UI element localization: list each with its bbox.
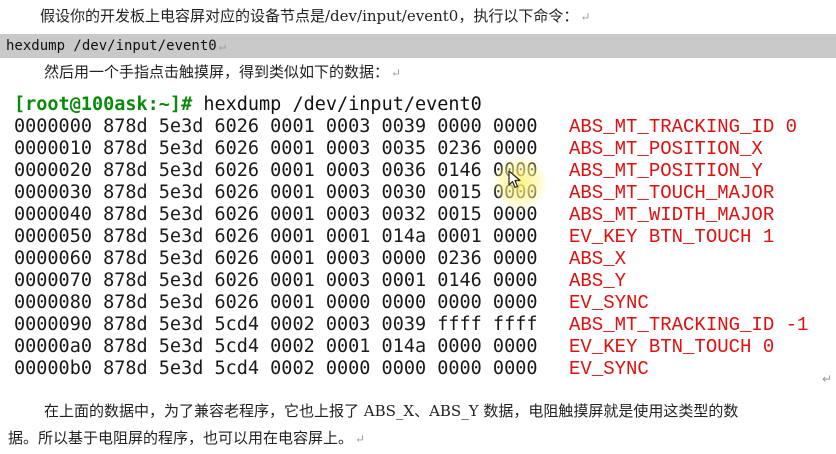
event-label: ABS_Y xyxy=(569,270,627,292)
hexdump-hex: 00000a0 878d 5e3d 5cd4 0002 0001 014a 00… xyxy=(14,336,538,357)
hexdump-row: 0000010 878d 5e3d 6026 0001 0003 0035 02… xyxy=(14,138,763,160)
event-label: ABS_MT_TOUCH_MAJOR xyxy=(569,182,775,204)
event-label: ABS_MT_POSITION_X xyxy=(569,138,763,160)
paragraph-mark: ↵ xyxy=(580,10,591,24)
hexdump-row: 0000070 878d 5e3d 6026 0001 0003 0001 01… xyxy=(14,270,626,292)
hexdump-row: 0000040 878d 5e3d 6026 0001 0003 0032 00… xyxy=(14,204,774,226)
event-label: ABS_X xyxy=(569,248,627,270)
hexdump-hex: 0000020 878d 5e3d 6026 0001 0003 0036 01… xyxy=(14,160,538,181)
intro-paragraph: 假设你的开发板上电容屏对应的设备节点是/dev/input/event0，执行以… xyxy=(40,6,836,27)
hexdump-row: 0000000 878d 5e3d 6026 0001 0003 0039 00… xyxy=(14,116,797,138)
terminal-command: hexdump /dev/input/event0 xyxy=(203,94,482,115)
terminal-prompt-line: [root@100ask:~]# hexdump /dev/input/even… xyxy=(14,93,482,117)
intro-text: 假设你的开发板上电容屏对应的设备节点是/dev/input/event0，执行以… xyxy=(40,7,579,25)
hexdump-hex: 0000050 878d 5e3d 6026 0001 0001 014a 00… xyxy=(14,226,538,247)
hexdump-hex: 0000070 878d 5e3d 6026 0001 0003 0001 01… xyxy=(14,270,538,291)
paragraph-mark: ↵ xyxy=(822,372,833,386)
hexdump-row: 0000050 878d 5e3d 6026 0001 0001 014a 00… xyxy=(14,226,774,248)
event-label: EV_SYNC xyxy=(569,292,649,314)
event-label: ABS_MT_TRACKING_ID 0 xyxy=(569,116,798,138)
hexdump-row: 00000b0 878d 5e3d 5cd4 0002 0000 0000 00… xyxy=(14,358,649,380)
hexdump-row: 0000090 878d 5e3d 5cd4 0002 0003 0039 ff… xyxy=(14,314,808,336)
explanation-line-1: 在上面的数据中，为了兼容老程序，它也上报了 ABS_X、ABS_Y 数据，电阻触… xyxy=(44,401,836,421)
event-label: EV_KEY BTN_TOUCH 0 xyxy=(569,336,775,358)
event-label: EV_KEY BTN_TOUCH 1 xyxy=(569,226,775,248)
explanation-line-2: 据。所以基于电阻屏的程序，也可以用在电容屏上。 ↵ xyxy=(8,428,836,449)
terminal-prompt: [root@100ask:~]# xyxy=(14,94,193,115)
hexdump-hex: 0000060 878d 5e3d 6026 0001 0003 0000 02… xyxy=(14,248,538,269)
instruction-paragraph: 然后用一个手指点击触摸屏，得到类似如下的数据： ↵ xyxy=(44,62,836,83)
command-text: hexdump /dev/input/event0 xyxy=(6,38,217,54)
paragraph-mark: ↵ xyxy=(391,66,402,80)
hexdump-hex: 0000040 878d 5e3d 6026 0001 0003 0032 00… xyxy=(14,204,538,225)
hexdump-hex: 00000b0 878d 5e3d 5cd4 0002 0000 0000 00… xyxy=(14,358,538,379)
instruction-text: 然后用一个手指点击触摸屏，得到类似如下的数据： xyxy=(44,63,390,81)
paragraph-mark: ↵ xyxy=(218,39,226,53)
event-label: ABS_MT_WIDTH_MAJOR xyxy=(569,204,775,226)
explanation-text-1: 在上面的数据中，为了兼容老程序，它也上报了 ABS_X、ABS_Y 数据，电阻触… xyxy=(44,402,739,420)
hexdump-row: 0000060 878d 5e3d 6026 0001 0003 0000 02… xyxy=(14,248,626,270)
terminal-screenshot: [root@100ask:~]# hexdump /dev/input/even… xyxy=(0,92,836,388)
hexdump-row: 00000a0 878d 5e3d 5cd4 0002 0001 014a 00… xyxy=(14,336,774,358)
hexdump-hex: 0000000 878d 5e3d 6026 0001 0003 0039 00… xyxy=(14,116,538,137)
event-label: ABS_MT_TRACKING_ID -1 xyxy=(569,314,809,336)
hexdump-hex: 0000080 878d 5e3d 6026 0001 0000 0000 00… xyxy=(14,292,538,313)
explanation-text-2: 据。所以基于电阻屏的程序，也可以用在电容屏上。 xyxy=(8,429,354,447)
event-label: EV_SYNC xyxy=(569,358,649,380)
hexdump-row: 0000020 878d 5e3d 6026 0001 0003 0036 01… xyxy=(14,160,763,182)
mouse-pointer-icon xyxy=(508,170,521,189)
event-label: ABS_MT_POSITION_Y xyxy=(569,160,763,182)
hexdump-row: 0000030 878d 5e3d 6026 0001 0003 0030 00… xyxy=(14,182,774,204)
hexdump-hex: 0000090 878d 5e3d 5cd4 0002 0003 0039 ff… xyxy=(14,314,538,335)
hexdump-hex: 0000030 878d 5e3d 6026 0001 0003 0030 00… xyxy=(14,182,538,203)
command-code-line: hexdump /dev/input/event0 ↵ xyxy=(0,34,836,58)
paragraph-mark: ↵ xyxy=(355,432,366,446)
hexdump-row: 0000080 878d 5e3d 6026 0001 0000 0000 00… xyxy=(14,292,649,314)
hexdump-hex: 0000010 878d 5e3d 6026 0001 0003 0035 02… xyxy=(14,138,538,159)
